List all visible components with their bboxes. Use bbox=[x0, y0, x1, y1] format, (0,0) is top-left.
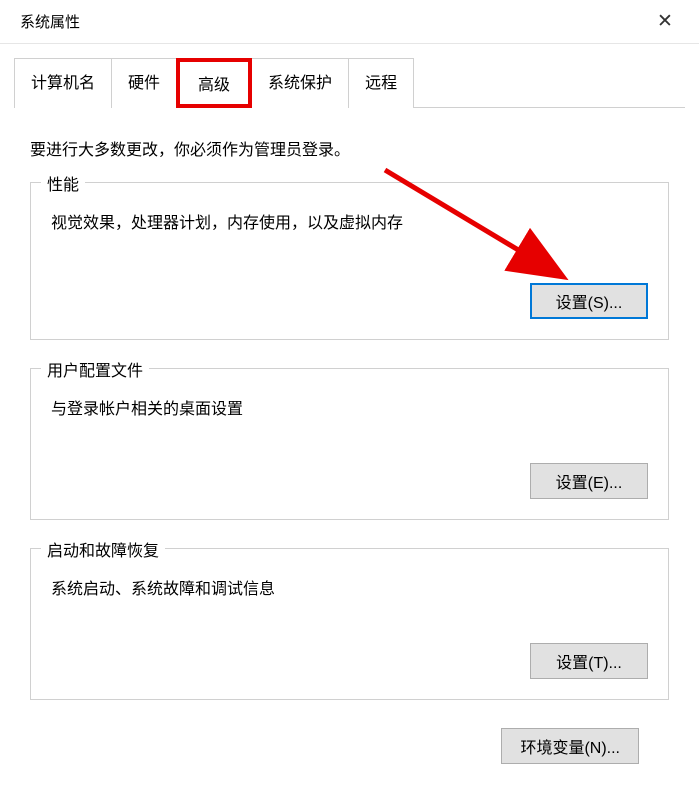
group-performance-legend: 性能 bbox=[41, 171, 85, 195]
tab-system-protection[interactable]: 系统保护 bbox=[251, 58, 349, 108]
window-title: 系统属性 bbox=[20, 11, 80, 32]
group-startup-desc: 系统启动、系统故障和调试信息 bbox=[51, 575, 648, 599]
group-startup-legend: 启动和故障恢复 bbox=[41, 537, 165, 561]
group-userprofile: 用户配置文件 与登录帐户相关的桌面设置 设置(E)... bbox=[30, 368, 669, 520]
performance-settings-button[interactable]: 设置(S)... bbox=[530, 283, 648, 319]
admin-notice: 要进行大多数更改，你必须作为管理员登录。 bbox=[30, 136, 669, 160]
tab-hardware[interactable]: 硬件 bbox=[111, 58, 177, 108]
group-userprofile-legend: 用户配置文件 bbox=[41, 357, 149, 381]
group-performance: 性能 视觉效果，处理器计划，内存使用，以及虚拟内存 设置(S)... bbox=[30, 182, 669, 340]
tab-bar: 计算机名 硬件 高级 系统保护 远程 bbox=[0, 44, 699, 108]
environment-variables-button[interactable]: 环境变量(N)... bbox=[501, 728, 639, 764]
tab-computer-name[interactable]: 计算机名 bbox=[14, 58, 112, 108]
group-startup: 启动和故障恢复 系统启动、系统故障和调试信息 设置(T)... bbox=[30, 548, 669, 700]
group-performance-desc: 视觉效果，处理器计划，内存使用，以及虚拟内存 bbox=[51, 209, 648, 233]
close-button[interactable]: ✕ bbox=[645, 4, 685, 40]
group-userprofile-desc: 与登录帐户相关的桌面设置 bbox=[51, 395, 648, 419]
tab-remote[interactable]: 远程 bbox=[348, 58, 414, 108]
startup-settings-button[interactable]: 设置(T)... bbox=[530, 643, 648, 679]
tab-content-advanced: 要进行大多数更改，你必须作为管理员登录。 性能 视觉效果，处理器计划，内存使用，… bbox=[0, 108, 699, 764]
titlebar: 系统属性 ✕ bbox=[0, 0, 699, 44]
tab-advanced[interactable]: 高级 bbox=[176, 58, 252, 108]
close-icon: ✕ bbox=[657, 10, 673, 33]
userprofile-settings-button[interactable]: 设置(E)... bbox=[530, 463, 648, 499]
